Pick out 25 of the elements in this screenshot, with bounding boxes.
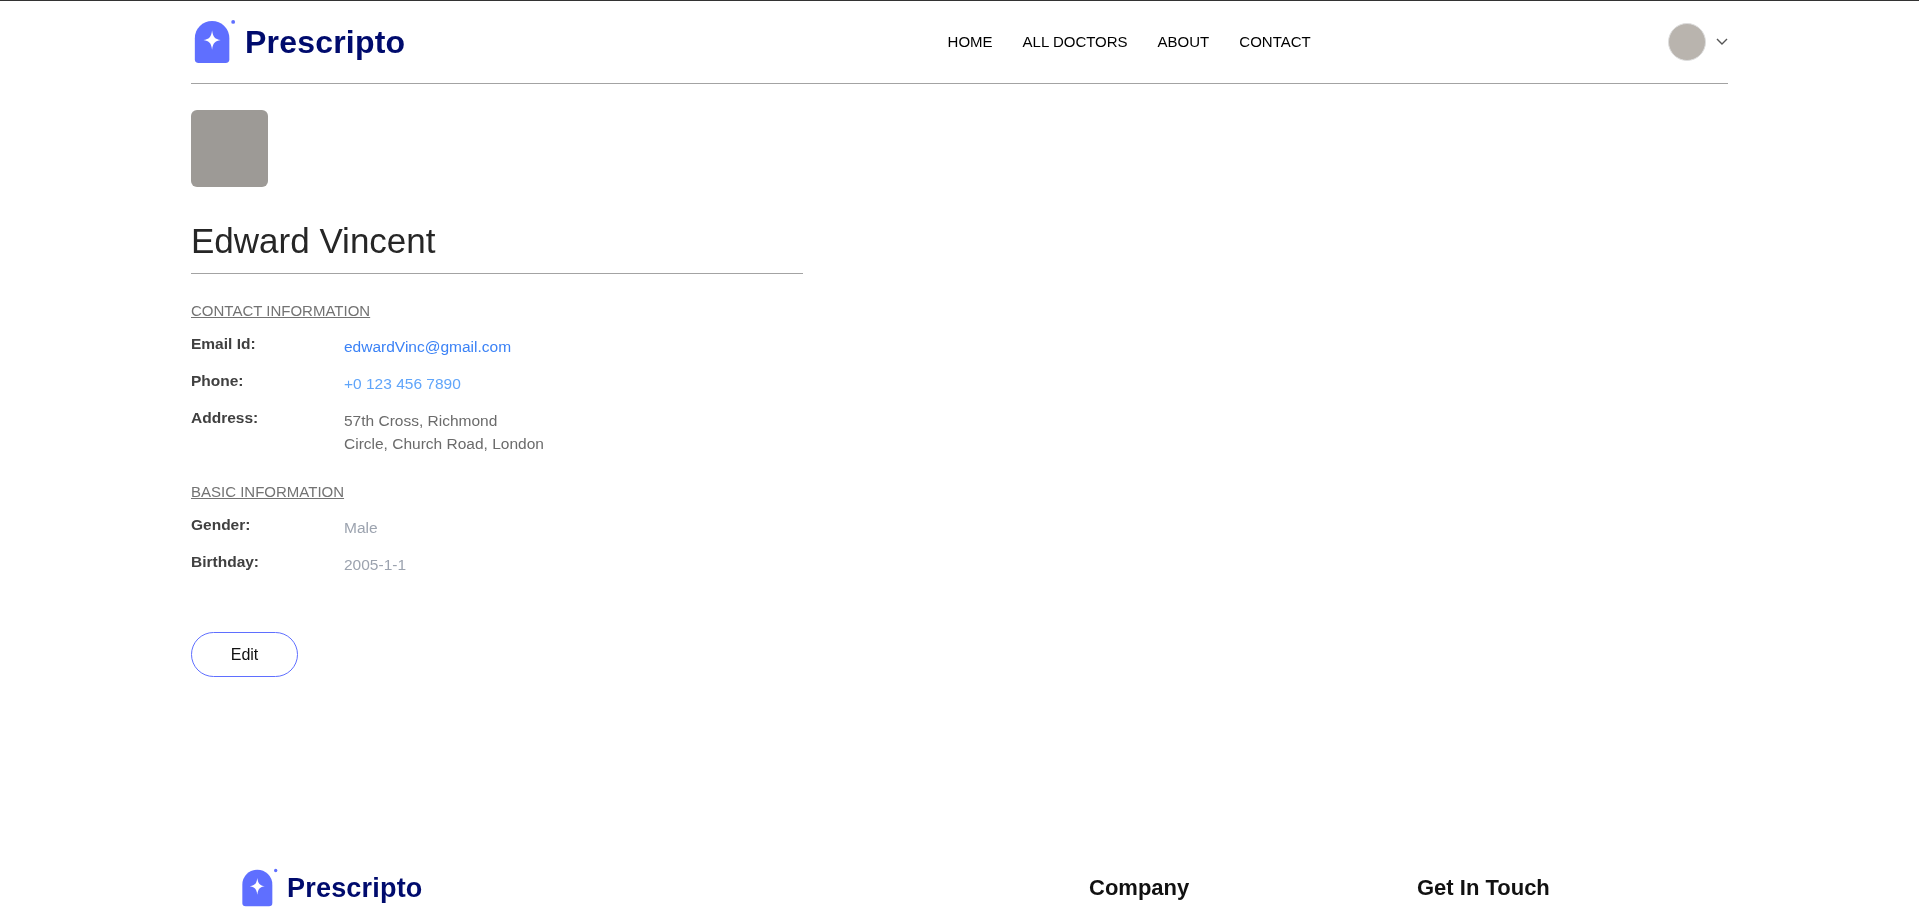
nav-link[interactable]: HOME	[947, 28, 993, 56]
field-value: 57th Cross, Richmond	[344, 411, 499, 431]
footer-heading: Company	[1089, 875, 1191, 901]
logo-text: Prescripto	[245, 23, 406, 61]
logo-text: Prescripto	[287, 872, 423, 904]
field-value: edwardVinc@gmail.com	[344, 337, 513, 357]
field-label: Email Id:	[191, 335, 257, 354]
edit-button[interactable]: Edit	[191, 632, 298, 677]
logo-icon	[239, 868, 279, 908]
footer-heading: Get In Touch	[1417, 875, 1551, 901]
nav-link[interactable]: ALL DOCTORS	[1022, 28, 1128, 56]
field-value: 2005-1-1	[344, 555, 408, 575]
field-label: Birthday:	[191, 553, 261, 572]
field-label: Phone:	[191, 372, 245, 391]
field-label: Address:	[191, 409, 260, 428]
nav-link[interactable]: CONTACT	[1239, 28, 1311, 56]
profile-name: Edward Vincent	[191, 221, 803, 274]
chevron-down-icon[interactable]	[1716, 38, 1728, 46]
field-value: Circle, Church Road, London	[344, 434, 545, 454]
section-title: BASIC INFORMATION	[191, 483, 346, 500]
nav-link[interactable]: ABOUT	[1157, 28, 1210, 56]
field-value: Male	[344, 518, 379, 538]
field-value: +0 123 456 7890	[344, 374, 462, 394]
section-title: CONTACT INFORMATION	[191, 302, 372, 319]
field-label: Gender:	[191, 516, 252, 535]
